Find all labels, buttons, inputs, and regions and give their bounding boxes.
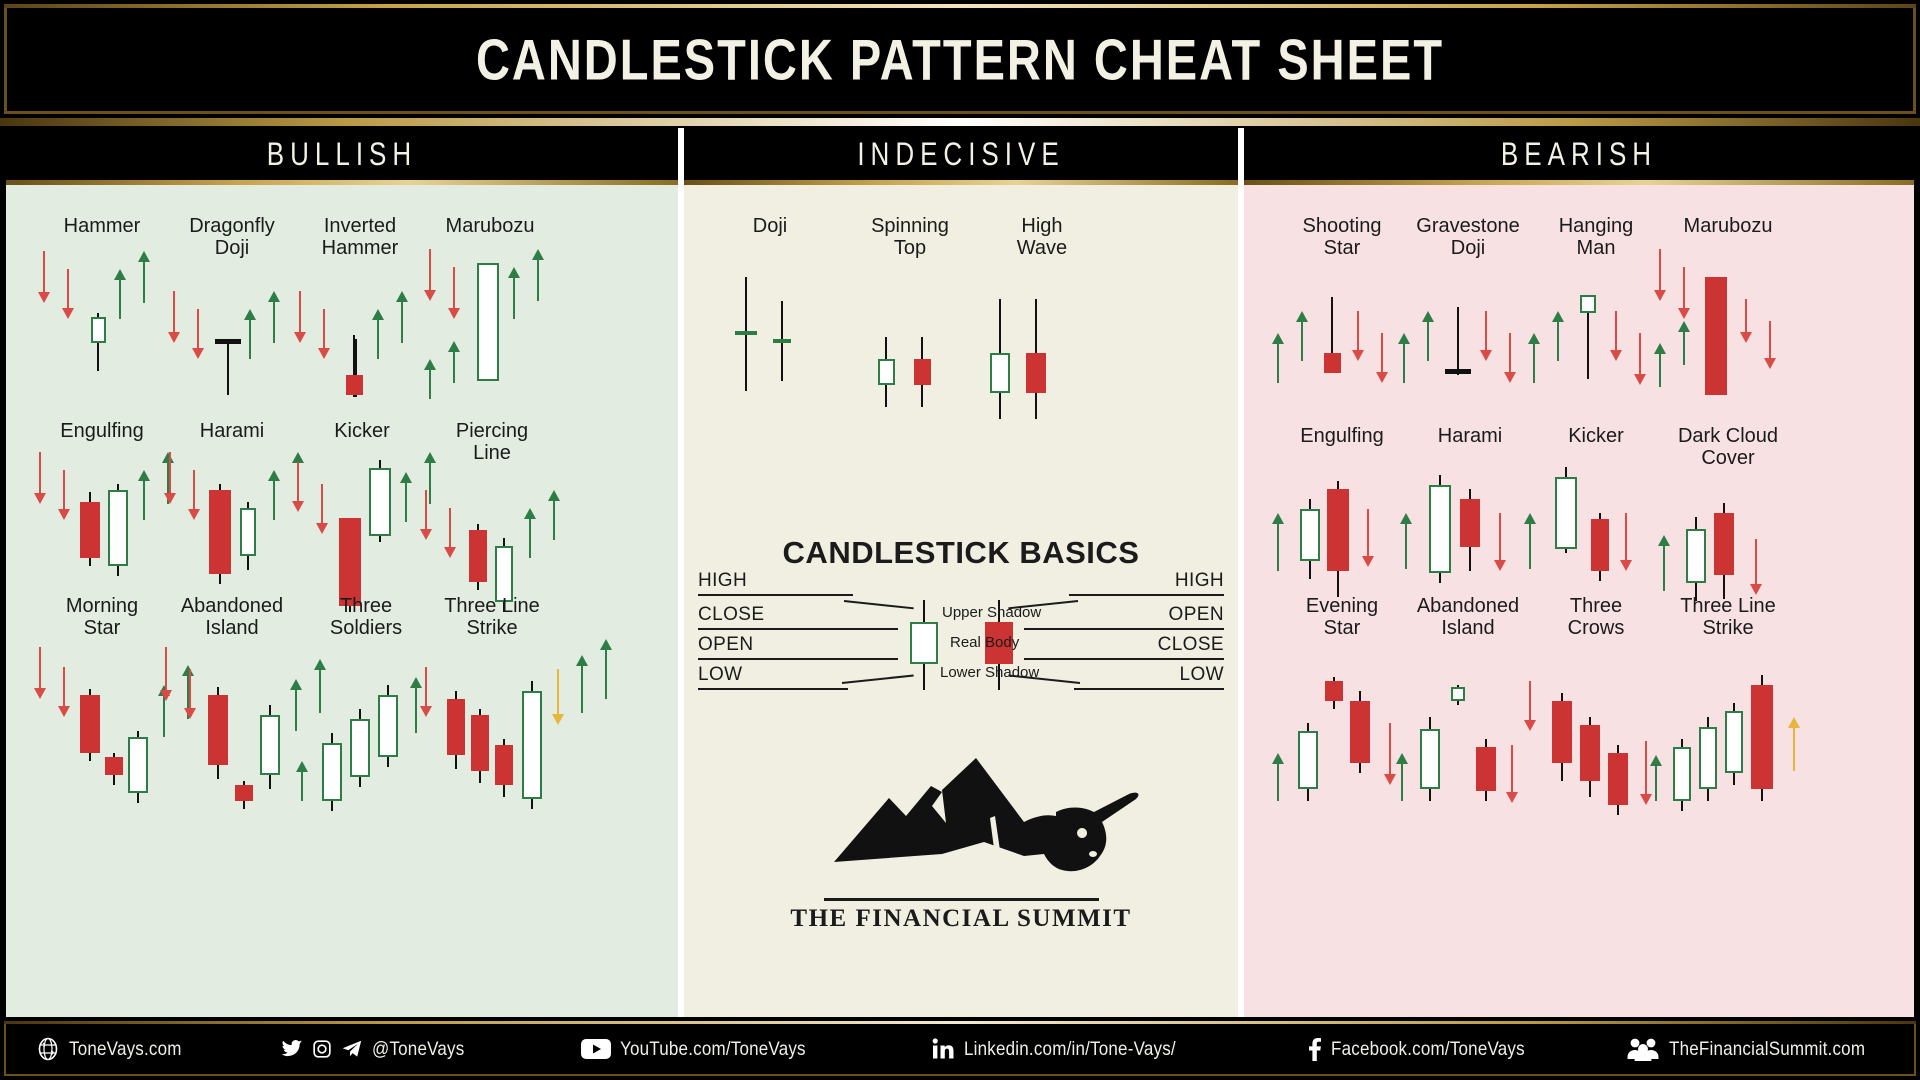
footer-bar: ToneVays.com @ToneVays YouTube.com/ToneV… xyxy=(4,1021,1916,1076)
pattern-bearish-three-line-strike-label: Three Line Strike xyxy=(1680,595,1776,639)
footer-label-summit: TheFinancialSummit.com xyxy=(1669,1037,1866,1060)
basics-rule-r3 xyxy=(1074,688,1224,690)
pattern-indecisive-doji-label: Doji xyxy=(752,215,788,237)
pattern-bearish-three-line-strike[interactable]: Three Line Strike xyxy=(1648,595,1808,811)
pattern-bullish-three-line-strike[interactable]: Three Line Strike xyxy=(412,595,612,809)
footer-item-youtube[interactable]: YouTube.com/ToneVays xyxy=(581,1038,806,1060)
pattern-bearish-dark-cloud-cover-label: Dark Cloud Cover xyxy=(1677,425,1779,469)
basics-left-label-2: OPEN xyxy=(698,634,754,655)
linkedin-icon xyxy=(931,1037,955,1061)
footer-label-youtube: YouTube.com/ToneVays xyxy=(620,1037,806,1060)
basics-part-upper-shadow: Upper Shadow xyxy=(942,604,1042,621)
basics-rule-l3 xyxy=(698,688,848,690)
basics-left-label-3: LOW xyxy=(698,664,743,685)
basics-right-label-0: HIGH xyxy=(1174,570,1224,591)
basics-rule-l2 xyxy=(698,658,898,660)
footer-item-website[interactable]: ToneVays.com xyxy=(36,1037,182,1061)
pattern-bullish-marubozu-label: Marubozu xyxy=(445,215,535,237)
basics-left-label-1: CLOSE xyxy=(698,604,765,625)
footer-label-social: @ToneVays xyxy=(372,1037,465,1060)
pattern-bearish-dark-cloud-cover-figure xyxy=(1648,473,1808,605)
basics-rule-r1 xyxy=(1024,628,1224,630)
financial-summit-logo: THE FINANCIAL SUMMIT xyxy=(684,750,1238,950)
pattern-indecisive-high-wave[interactable]: High Wave xyxy=(972,215,1112,419)
basics-rule-l0 xyxy=(698,594,853,596)
column-header-bullish-label: BULLISH xyxy=(266,134,418,173)
people-icon xyxy=(1626,1037,1660,1061)
footer-label-facebook: Facebook.com/ToneVays xyxy=(1331,1037,1525,1060)
basics-rule-r2 xyxy=(1024,658,1224,660)
logo-divider-rule xyxy=(824,898,1099,901)
basics-part-real-body: Real Body xyxy=(950,634,1020,651)
footer-item-social[interactable]: @ToneVays xyxy=(281,1038,464,1060)
pattern-bearish-marubozu-figure xyxy=(1640,241,1816,400)
pattern-bullish-piercing-line-label: Piercing Line xyxy=(455,420,529,464)
basics-right-label-3: LOW xyxy=(1179,664,1224,685)
basics-right-label-2: CLOSE xyxy=(1157,634,1224,655)
pattern-bullish-three-line-strike-label: Three Line Strike xyxy=(444,595,540,639)
pattern-bullish-piercing-line[interactable]: Piercing Line xyxy=(412,420,572,612)
pattern-indecisive-spinning-top[interactable]: Spinning Top xyxy=(840,215,980,407)
pattern-bearish-dark-cloud-cover[interactable]: Dark Cloud Cover xyxy=(1648,425,1808,605)
pattern-bearish-three-line-strike-figure xyxy=(1648,643,1808,811)
column-divider-right xyxy=(1238,128,1244,1017)
candlestick-basics-diagram: HIGH CLOSE OPEN LOW HIGH OPEN CLOSE LOW Upper Sh… xyxy=(684,570,1238,715)
footer-item-summit[interactable]: TheFinancialSummit.com xyxy=(1626,1037,1865,1061)
footer-label-website: ToneVays.com xyxy=(69,1037,182,1060)
basics-part-lower-shadow: Lower Shadow xyxy=(940,664,1040,681)
basics-elbow-l3 xyxy=(841,674,914,684)
basics-rule-l1 xyxy=(698,628,898,630)
basics-right-label-1: OPEN xyxy=(1168,604,1224,625)
logo-text: THE FINANCIAL SUMMIT xyxy=(790,905,1132,932)
pattern-bearish-marubozu[interactable]: Marubozu xyxy=(1640,215,1816,400)
pattern-bullish-marubozu[interactable]: Marubozu xyxy=(410,215,570,400)
column-header-indecisive-label: INDECISIVE xyxy=(857,134,1065,173)
pattern-bullish-three-line-strike-figure xyxy=(412,639,612,809)
footer-item-facebook[interactable]: Facebook.com/ToneVays xyxy=(1306,1037,1525,1061)
pattern-bearish-marubozu-label: Marubozu xyxy=(1683,215,1773,237)
twitter-icon xyxy=(281,1038,303,1060)
youtube-icon xyxy=(581,1038,611,1060)
gold-divider xyxy=(0,118,1920,126)
bull-mountain-logo-icon xyxy=(834,758,1139,872)
column-header-bearish-label: BEARISH xyxy=(1500,134,1658,173)
footer-item-linkedin[interactable]: Linkedin.com/in/Tone-Vays/ xyxy=(931,1037,1176,1061)
cheat-sheet-page: CANDLESTICK PATTERN CHEAT SHEET BULLISH … xyxy=(0,0,1920,1080)
basics-left-label-0: HIGH xyxy=(698,570,748,591)
pattern-bullish-piercing-line-figure xyxy=(412,468,572,612)
pattern-indecisive-doji-figure xyxy=(700,241,840,395)
pattern-indecisive-high-wave-figure xyxy=(972,263,1112,419)
pattern-bullish-marubozu-figure xyxy=(410,241,570,400)
pattern-indecisive-spinning-top-figure xyxy=(840,263,980,407)
facebook-icon xyxy=(1306,1037,1322,1061)
pattern-indecisive-doji[interactable]: Doji xyxy=(700,215,840,395)
telegram-icon xyxy=(341,1038,363,1060)
pattern-indecisive-spinning-top-label: Spinning Top xyxy=(871,215,949,259)
instagram-icon xyxy=(312,1039,332,1059)
column-header-bullish: BULLISH xyxy=(6,128,678,180)
globe-icon xyxy=(36,1037,60,1061)
column-header-bearish: BEARISH xyxy=(1244,128,1914,180)
basics-title: CANDLESTICK BASICS xyxy=(782,535,1140,570)
basics-elbow-l0 xyxy=(843,600,914,610)
footer-label-linkedin: Linkedin.com/in/Tone-Vays/ xyxy=(964,1037,1176,1060)
pattern-indecisive-high-wave-label: High Wave xyxy=(1016,215,1068,259)
basics-green-body xyxy=(910,622,938,664)
column-header-indecisive: INDECISIVE xyxy=(684,128,1238,180)
basics-rule-r0 xyxy=(1069,594,1224,596)
title-bar: CANDLESTICK PATTERN CHEAT SHEET xyxy=(4,4,1916,114)
page-title: CANDLESTICK PATTERN CHEAT SHEET xyxy=(475,26,1445,92)
